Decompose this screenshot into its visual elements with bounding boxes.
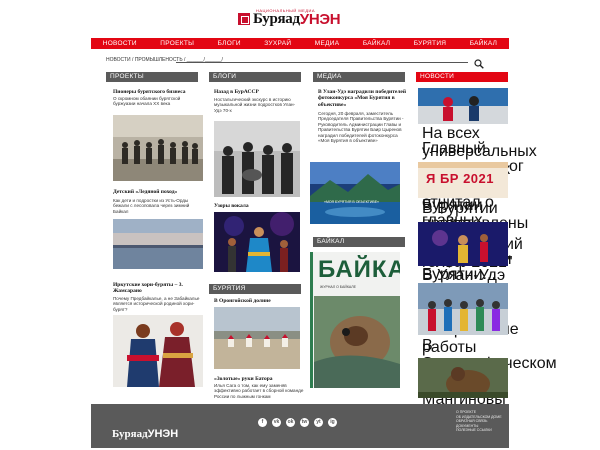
magazine-title: БАЙКАЛ: [318, 256, 400, 283]
nav-item-baikal[interactable]: БАЙКАЛ: [363, 40, 390, 47]
article-summary: Почему Предбайкалье, а не Забайкалье явл…: [113, 296, 200, 312]
magazine-subtitle: ЖУРНАЛ О БАЙКАЛЕ: [320, 285, 356, 289]
nav-item-baikal-2[interactable]: БАЙКАЛ: [470, 40, 497, 47]
media-poster[interactable]: «МОЯ БУРЯТИЯ В ОБЪЕКТИВЕ»: [310, 162, 400, 224]
article-summary: Ностальгический экскурс в историю музыка…: [214, 97, 296, 113]
poster-text: «МОЯ БУРЯТИЯ В ОБЪЕКТИВЕ»: [324, 200, 380, 204]
footer-logo-word-2: УНЭН: [147, 428, 179, 440]
footer-link[interactable]: ПОЛЕЗНЫЕ ССЫЛКИ: [456, 428, 502, 433]
article-title[interactable]: Пионеры бурятского бизнеса: [113, 89, 203, 95]
search-icon[interactable]: [474, 56, 484, 69]
article-title[interactable]: «Золотые» руки Батора: [214, 376, 304, 382]
article-summary: О скромном обаянии бурятской буржуазии н…: [113, 96, 181, 107]
news-photo[interactable]: [418, 358, 508, 398]
instagram-icon[interactable]: ig: [328, 418, 337, 427]
article-photo[interactable]: [113, 115, 203, 181]
article-title[interactable]: Узоры вокала: [214, 203, 304, 209]
article-photo[interactable]: [113, 315, 203, 387]
divider: [176, 62, 468, 63]
section-header-projects[interactable]: ПРОЕКТЫ: [106, 72, 198, 82]
article-photo[interactable]: [113, 219, 203, 269]
news-banner-text: Я БР 2021: [426, 171, 495, 186]
magazine-cover[interactable]: БАЙКАЛ ЖУРНАЛ О БАЙКАЛЕ: [310, 252, 400, 388]
article-title[interactable]: Назад в БурАССР: [214, 89, 304, 95]
section-header-blogs[interactable]: БЛОГИ: [209, 72, 301, 82]
article-summary: Сегодня, 20 февраля, заместитель Председ…: [318, 111, 404, 144]
footer-logo-word-1: Буряад: [112, 428, 148, 440]
article-title[interactable]: Детский «Ледяной поход»: [113, 189, 203, 195]
article-title[interactable]: В Улан-Удэ наградили победителей фотокон…: [318, 89, 408, 108]
article-summary: Как дети и подростки из Усть-Орды бежали…: [113, 198, 190, 214]
news-photo[interactable]: [418, 283, 508, 335]
news-photo[interactable]: [418, 88, 508, 124]
social-links: f vk ok tw yt ig: [258, 418, 337, 427]
twitter-icon[interactable]: tw: [300, 418, 309, 427]
nav-item-projects[interactable]: ПРОЕКТЫ: [160, 40, 194, 47]
vk-icon[interactable]: vk: [272, 418, 281, 427]
footer-logo[interactable]: БуряадУНЭН: [112, 424, 178, 442]
nav-item-blogs[interactable]: БЛОГИ: [218, 40, 241, 47]
section-header-baikal[interactable]: БАЙКАЛ: [313, 237, 405, 247]
youtube-icon[interactable]: yt: [314, 418, 323, 427]
article-photo[interactable]: [214, 307, 300, 369]
news-banner[interactable]: Я БР 2021: [418, 162, 508, 198]
logo-word-2: УНЭН: [299, 10, 341, 28]
footer-links: О ПРОЕКТЕ ОБ ИЗДАТЕЛЬСКОМ ДОМЕ ОБРАТНАЯ …: [456, 410, 502, 433]
section-header-buryatia[interactable]: БУРЯТИЯ: [209, 284, 301, 294]
main-nav: НОВОСТИ ПРОЕКТЫ БЛОГИ ЗУХРАЙ МЕДИА БАЙКА…: [91, 38, 509, 49]
nav-item-media[interactable]: МЕДИА: [315, 40, 340, 47]
logo-mark-icon: [238, 13, 250, 25]
nav-item-zukhrai[interactable]: ЗУХРАЙ: [264, 40, 291, 47]
article-photo[interactable]: [214, 212, 300, 272]
article-title[interactable]: В Оронгойской долине: [214, 298, 304, 304]
odnoklassniki-icon[interactable]: ok: [286, 418, 295, 427]
logo-word-1: Буряад: [253, 10, 300, 27]
facebook-icon[interactable]: f: [258, 418, 267, 427]
article-photo[interactable]: [214, 121, 300, 197]
section-header-news[interactable]: НОВОСТИ: [416, 72, 508, 82]
logo-tagline: НАЦИОНАЛЬНЫЙ МЕДИА: [256, 8, 316, 13]
section-header-media[interactable]: МЕДИА: [313, 72, 405, 82]
nav-item-buryatia[interactable]: БУРЯТИЯ: [414, 40, 447, 47]
article-summary: Илья Сага о том, как ему заменяв эффекти…: [214, 383, 304, 399]
site-logo[interactable]: НАЦИОНАЛЬНЫЙ МЕДИА Буряад УНЭН: [238, 8, 363, 30]
nav-item-news[interactable]: НОВОСТИ: [103, 40, 137, 47]
article-title[interactable]: Иркутские хори-буряты – 3. Жамсарано: [113, 282, 203, 295]
news-photo[interactable]: [418, 222, 508, 266]
